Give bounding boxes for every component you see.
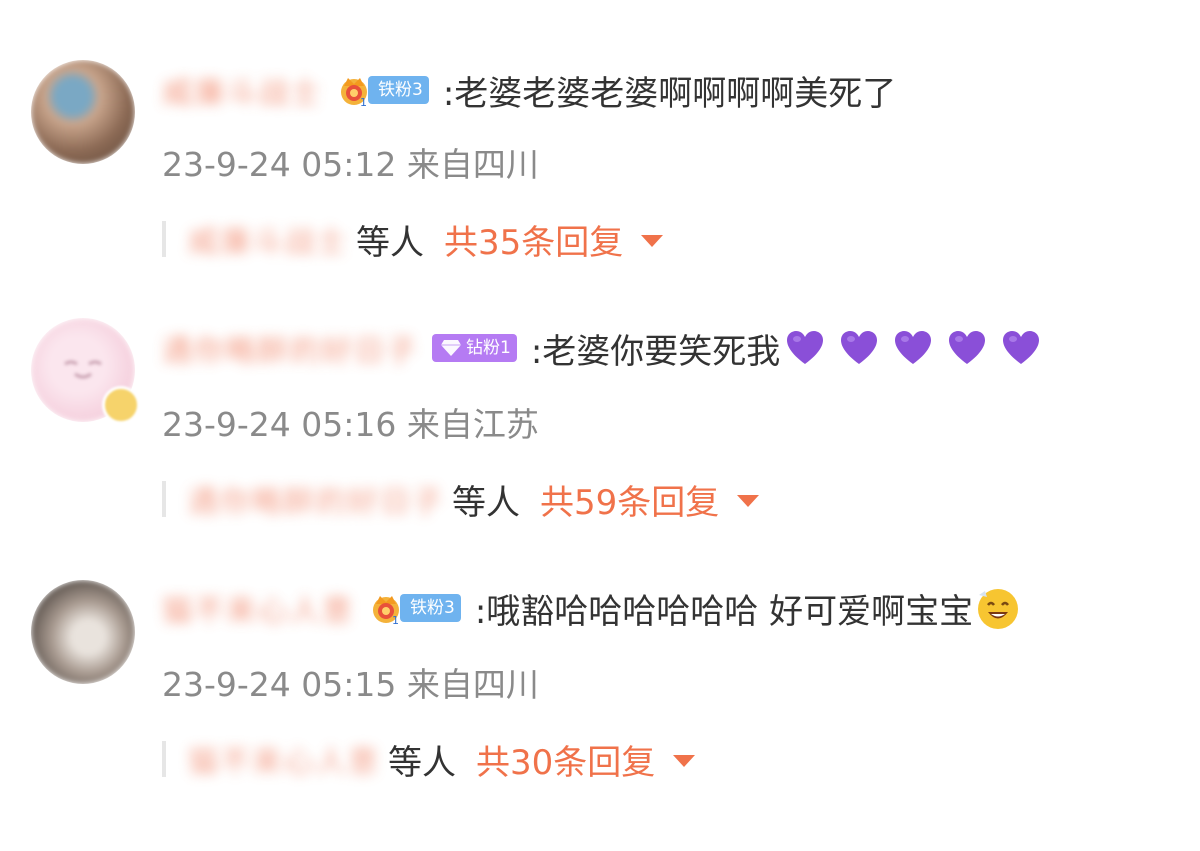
comment-meta: 23-9-24 05:12 来自四川 [162, 145, 539, 184]
fan-badge[interactable]: 1 铁粉3 [368, 593, 461, 626]
comment-item: 遇你略醉的好日子 钻粉1 :老婆你要笑死我 23-9-24 05:16 来自江苏… [0, 280, 1200, 550]
avatar[interactable] [31, 60, 135, 164]
purple-heart-icon [1003, 331, 1040, 364]
reply-summary: 威廉斗战士 等人 共35条回复 [162, 214, 664, 264]
username[interactable]: 威廉斗战士 [162, 68, 322, 112]
reply-username[interactable]: 威廉斗战士 [188, 217, 348, 261]
purple-heart-icon [949, 331, 986, 364]
svg-text:1: 1 [392, 614, 399, 626]
comment-meta: 23-9-24 05:15 来自四川 [162, 665, 539, 704]
comment-text: :老婆你要笑死我 [530, 331, 781, 372]
chevron-down-icon[interactable] [737, 495, 760, 507]
comment-item: 威廉斗战士 1 铁粉3 :老婆老婆老婆啊啊啊啊美死了 23-9-24 05:12… [0, 0, 1200, 280]
comment-meta: 23-9-24 05:16 来自江苏 [162, 405, 539, 444]
comment-text: :哦豁哈哈哈哈哈哈 好可爱啊宝宝 [474, 591, 974, 632]
reply-etc-label: 等人 [356, 222, 424, 263]
diamond-icon [441, 340, 461, 356]
reply-count-link[interactable]: 共59条回复 [540, 475, 719, 524]
chevron-down-icon[interactable] [673, 755, 696, 767]
fan-badge[interactable]: 钻粉1 [432, 333, 517, 363]
badge-label: 铁粉3 [368, 76, 429, 104]
username[interactable]: 遇你略醉的好日子 [162, 326, 418, 370]
grinning-face-icon [978, 589, 1019, 629]
fan-badge[interactable]: 1 铁粉3 [336, 75, 429, 108]
purple-heart-icon [787, 331, 824, 364]
badge-label: 铁粉3 [400, 594, 461, 622]
crown-icon: 1 [341, 78, 367, 108]
reply-divider [162, 481, 166, 517]
reply-etc-label: 等人 [452, 482, 520, 523]
comment-text: :老婆老婆老婆啊啊啊啊美死了 [442, 73, 897, 114]
reply-username[interactable]: 猫不来心人意 [188, 737, 380, 781]
crown-icon: 1 [373, 596, 399, 626]
reply-username[interactable]: 遇你略醉的好日子 [188, 477, 444, 521]
reply-etc-label: 等人 [388, 742, 456, 783]
username[interactable]: 猫不来心人意 [162, 586, 354, 630]
purple-heart-icon [895, 331, 932, 364]
badge-label-wrap: 钻粉1 [432, 334, 517, 362]
comment-item: 猫不来心人意 1 铁粉3 :哦豁哈哈哈哈哈哈 好可爱啊宝宝 23-9-24 05… [0, 550, 1200, 840]
purple-heart-icon [841, 331, 878, 364]
face-sketch-icon [64, 360, 102, 379]
reply-divider [162, 221, 166, 257]
reply-summary: 猫不来心人意 等人 共30条回复 [162, 734, 696, 784]
avatar[interactable] [31, 580, 135, 684]
chevron-down-icon[interactable] [641, 235, 664, 247]
badge-label: 钻粉1 [466, 338, 511, 358]
reply-count-link[interactable]: 共30条回复 [476, 735, 655, 784]
svg-text:1: 1 [360, 96, 367, 108]
reply-count-link[interactable]: 共35条回复 [444, 215, 623, 264]
reply-divider [162, 741, 166, 777]
verified-badge-icon [102, 386, 140, 424]
reply-summary: 遇你略醉的好日子 等人 共59条回复 [162, 474, 760, 524]
